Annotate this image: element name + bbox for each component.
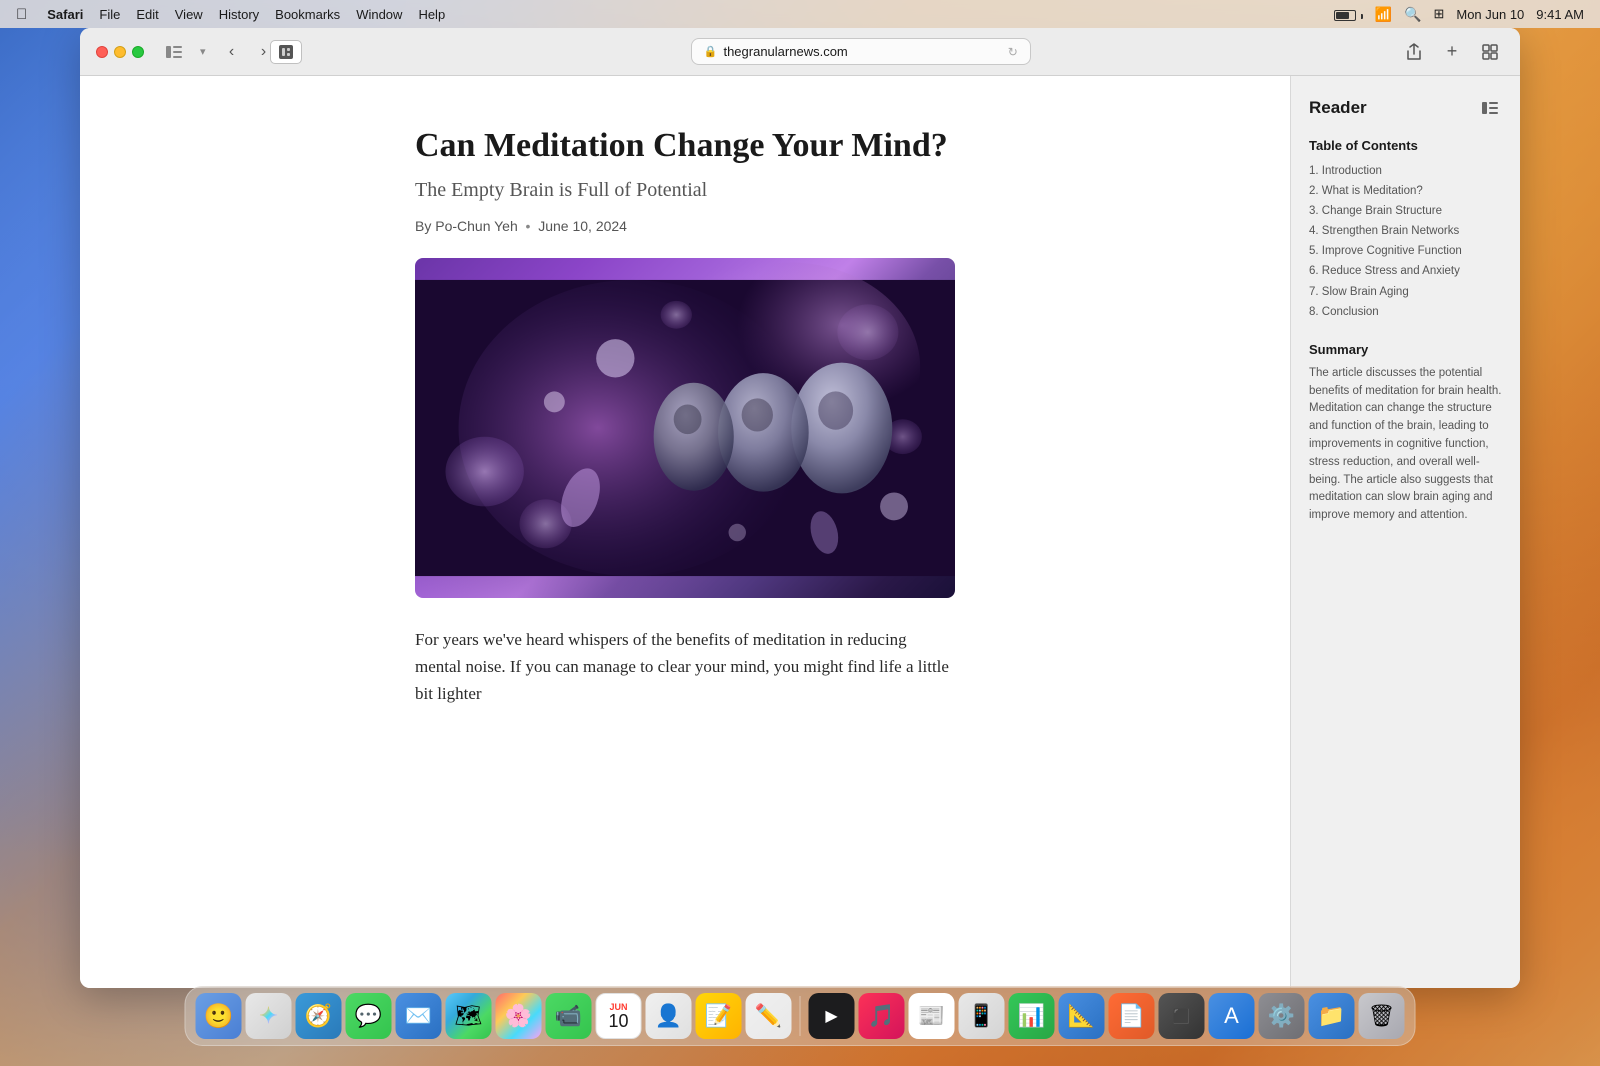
sidebar-chevron-icon: ▾ xyxy=(200,45,206,58)
reload-icon[interactable]: ↻ xyxy=(1008,45,1018,59)
back-button[interactable]: ‹ xyxy=(218,38,246,66)
dock-contacts[interactable]: 👤 xyxy=(646,993,692,1039)
menubar-edit[interactable]: Edit xyxy=(136,7,158,22)
dock-mail[interactable]: ✉️ xyxy=(396,993,442,1039)
dock-numbers[interactable]: 📊 xyxy=(1009,993,1055,1039)
share-button[interactable] xyxy=(1400,38,1428,66)
dock-finder[interactable]: 🙂 xyxy=(196,993,242,1039)
menubar-safari[interactable]: Safari xyxy=(47,7,83,22)
menubar-date: Mon Jun 10 xyxy=(1456,7,1524,22)
menubar-window[interactable]: Window xyxy=(356,7,402,22)
dock-maps[interactable]: 🗺 xyxy=(446,993,492,1039)
url-bar-wrapper: 🔒 thegranularnews.com ↻ xyxy=(334,38,1388,65)
toc-label: Table of Contents xyxy=(1309,138,1502,153)
dock-keynote[interactable]: 📐 xyxy=(1059,993,1105,1039)
dock-calendar[interactable]: JUN 10 xyxy=(596,993,642,1039)
dock-facetime[interactable]: 📹 xyxy=(546,993,592,1039)
reader-panel: Reader Table of Contents 1. Introduction… xyxy=(1290,76,1520,988)
toc-item-2[interactable]: 2. What is Meditation? xyxy=(1309,181,1502,201)
url-text: thegranularnews.com xyxy=(723,44,847,59)
new-tab-button[interactable]: + xyxy=(1438,38,1466,66)
menubar-history[interactable]: History xyxy=(219,7,259,22)
article-body: For years we've heard whispers of the be… xyxy=(415,626,955,708)
toc-item-7[interactable]: 7. Slow Brain Aging xyxy=(1309,282,1502,302)
hero-svg xyxy=(415,258,955,598)
apple-logo-icon[interactable]:  xyxy=(16,6,27,23)
dock-launchpad[interactable]: ✦ xyxy=(246,993,292,1039)
dock-notes[interactable]: 📝 xyxy=(696,993,742,1039)
menubar-left:  Safari File Edit View History Bookmark… xyxy=(16,6,445,23)
reader-close-button[interactable] xyxy=(1478,96,1502,120)
dock: 🙂 ✦ 🧭 💬 ✉️ 🗺 🌸 📹 JUN 10 👤 📝 ✏️ ▶ 🎵 📰 xyxy=(185,986,1416,1046)
toc-list: 1. Introduction 2. What is Meditation? 3… xyxy=(1309,161,1502,322)
summary-text: The article discusses the potential bene… xyxy=(1309,365,1502,525)
toc-item-1[interactable]: 1. Introduction xyxy=(1309,161,1502,181)
byline-date: June 10, 2024 xyxy=(538,218,627,234)
dock-pages[interactable]: 📄 xyxy=(1109,993,1155,1039)
dock-files[interactable]: 📁 xyxy=(1309,993,1355,1039)
menubar-view[interactable]: View xyxy=(175,7,203,22)
battery-icon xyxy=(1334,7,1363,22)
dock-appstore[interactable]: A xyxy=(1209,993,1255,1039)
dock-safari[interactable]: 🧭 xyxy=(296,993,342,1039)
safari-toolbar: ▾ ‹ › 🔒 thegranularnews.com ↻ xyxy=(80,28,1520,76)
toolbar-actions: + xyxy=(1400,38,1504,66)
menubar-bookmarks[interactable]: Bookmarks xyxy=(275,7,340,22)
maximize-button[interactable] xyxy=(132,46,144,58)
lock-icon: 🔒 xyxy=(704,45,718,58)
close-button[interactable] xyxy=(96,46,108,58)
article-byline: By Po-Chun Yeh • June 10, 2024 xyxy=(415,218,955,234)
article-container: Can Meditation Change Your Mind? The Emp… xyxy=(375,76,995,747)
traffic-lights xyxy=(96,46,144,58)
toc-item-6[interactable]: 6. Reduce Stress and Anxiety xyxy=(1309,261,1502,281)
dock-appletv[interactable]: ▶ xyxy=(809,993,855,1039)
safari-content: Can Meditation Change Your Mind? The Emp… xyxy=(80,76,1520,988)
dock-messages[interactable]: 💬 xyxy=(346,993,392,1039)
nav-buttons: ‹ › xyxy=(218,38,278,66)
article-hero-image xyxy=(415,258,955,598)
dock-trash[interactable]: 🗑 xyxy=(1359,993,1405,1039)
control-center-icon[interactable]: ⊞ xyxy=(1433,6,1444,22)
safari-window: ▾ ‹ › 🔒 thegranularnews.com ↻ xyxy=(80,28,1520,988)
sidebar-toggle-button[interactable] xyxy=(160,41,188,63)
toc-item-4[interactable]: 4. Strengthen Brain Networks xyxy=(1309,221,1502,241)
toc-item-8[interactable]: 8. Conclusion xyxy=(1309,302,1502,322)
dock-divider xyxy=(800,996,801,1036)
wifi-icon: 📶 xyxy=(1375,6,1392,23)
toc-item-5[interactable]: 5. Improve Cognitive Function xyxy=(1309,241,1502,261)
menubar-right: 📶 🔍 ⊞ Mon Jun 10 9:41 AM xyxy=(1334,6,1584,23)
search-icon[interactable]: 🔍 xyxy=(1404,6,1421,23)
article-area[interactable]: Can Meditation Change Your Mind? The Emp… xyxy=(80,76,1290,988)
minimize-button[interactable] xyxy=(114,46,126,58)
url-bar[interactable]: 🔒 thegranularnews.com ↻ xyxy=(691,38,1031,65)
dock-freeform[interactable]: ✏️ xyxy=(746,993,792,1039)
reader-panel-title: Reader xyxy=(1309,98,1367,118)
article-title: Can Meditation Change Your Mind? xyxy=(415,126,955,167)
tab-icon[interactable] xyxy=(270,40,302,64)
menubar-help[interactable]: Help xyxy=(418,7,445,22)
reader-header: Reader xyxy=(1309,96,1502,120)
toc-item-3[interactable]: 3. Change Brain Structure xyxy=(1309,201,1502,221)
summary-label: Summary xyxy=(1309,342,1502,357)
dock-news[interactable]: 📰 xyxy=(909,993,955,1039)
dock-system-preferences[interactable]: ⚙️ xyxy=(1259,993,1305,1039)
article-subtitle: The Empty Brain is Full of Potential xyxy=(415,179,955,202)
menubar-time: 9:41 AM xyxy=(1536,7,1584,22)
dock-simulator[interactable]: ⬛ xyxy=(1159,993,1205,1039)
dock-music[interactable]: 🎵 xyxy=(859,993,905,1039)
byline-author: By Po-Chun Yeh xyxy=(415,218,518,234)
menubar-file[interactable]: File xyxy=(99,7,120,22)
dock-iphone-mirror[interactable]: 📱 xyxy=(959,993,1005,1039)
tab-grid-button[interactable] xyxy=(1476,38,1504,66)
dock-photos[interactable]: 🌸 xyxy=(496,993,542,1039)
menubar:  Safari File Edit View History Bookmark… xyxy=(0,0,1600,28)
